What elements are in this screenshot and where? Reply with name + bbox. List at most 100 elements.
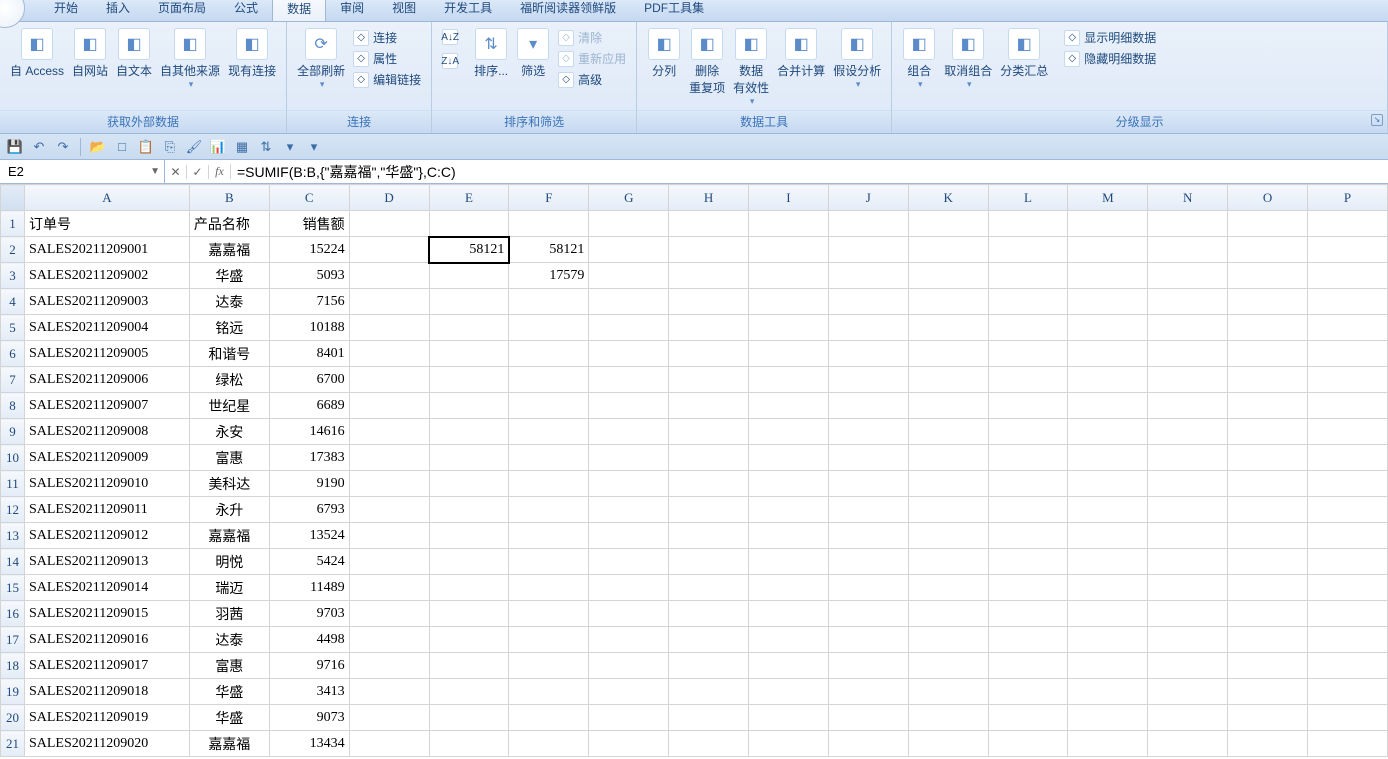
cell-P21[interactable] — [1308, 731, 1388, 757]
col-header-K[interactable]: K — [908, 185, 988, 211]
cell-P10[interactable] — [1308, 445, 1388, 471]
cell-F11[interactable] — [509, 471, 589, 497]
cell-C7[interactable]: 6700 — [269, 367, 349, 393]
cell-E17[interactable] — [429, 627, 509, 653]
cell-E6[interactable] — [429, 341, 509, 367]
cell-A4[interactable]: SALES20211209003 — [24, 289, 189, 315]
sort-desc-button[interactable]: Z↓A — [438, 52, 466, 70]
cell-P8[interactable] — [1308, 393, 1388, 419]
cell-C13[interactable]: 13524 — [269, 523, 349, 549]
row-header[interactable]: 14 — [1, 549, 25, 575]
cell-K3[interactable] — [908, 263, 988, 289]
cell-C20[interactable]: 9073 — [269, 705, 349, 731]
cell-D10[interactable] — [349, 445, 429, 471]
cell-D12[interactable] — [349, 497, 429, 523]
data-validation-button[interactable]: ◧数据有效性 — [729, 26, 773, 109]
cell-H6[interactable] — [669, 341, 749, 367]
cell-K5[interactable] — [908, 315, 988, 341]
row-header[interactable]: 19 — [1, 679, 25, 705]
cell-P18[interactable] — [1308, 653, 1388, 679]
cell-O18[interactable] — [1228, 653, 1308, 679]
table-icon[interactable]: ▦ — [233, 138, 251, 156]
col-header-N[interactable]: N — [1148, 185, 1228, 211]
cell-J20[interactable] — [828, 705, 908, 731]
cell-A15[interactable]: SALES20211209014 — [24, 575, 189, 601]
cell-O15[interactable] — [1228, 575, 1308, 601]
cell-E12[interactable] — [429, 497, 509, 523]
cell-A7[interactable]: SALES20211209006 — [24, 367, 189, 393]
cell-P15[interactable] — [1308, 575, 1388, 601]
cell-B19[interactable]: 华盛 — [189, 679, 269, 705]
cell-A19[interactable]: SALES20211209018 — [24, 679, 189, 705]
customize-qat-icon[interactable]: ▾ — [305, 138, 323, 156]
cell-G19[interactable] — [589, 679, 669, 705]
enter-formula-icon[interactable]: ✓ — [187, 165, 209, 179]
cell-G2[interactable] — [589, 237, 669, 263]
cell-J18[interactable] — [828, 653, 908, 679]
cell-I20[interactable] — [749, 705, 829, 731]
cell-J9[interactable] — [828, 419, 908, 445]
ungroup-button[interactable]: ◧取消组合 — [940, 26, 996, 92]
cell-L12[interactable] — [988, 497, 1068, 523]
cell-L17[interactable] — [988, 627, 1068, 653]
cell-H4[interactable] — [669, 289, 749, 315]
cell-D16[interactable] — [349, 601, 429, 627]
col-header-B[interactable]: B — [189, 185, 269, 211]
cell-M10[interactable] — [1068, 445, 1148, 471]
cell-F9[interactable] — [509, 419, 589, 445]
cell-F2[interactable]: 58121 — [509, 237, 589, 263]
cell-L11[interactable] — [988, 471, 1068, 497]
row-header[interactable]: 16 — [1, 601, 25, 627]
group-button[interactable]: ◧组合 — [898, 26, 940, 92]
cell-P5[interactable] — [1308, 315, 1388, 341]
row-header[interactable]: 2 — [1, 237, 25, 263]
cell-M20[interactable] — [1068, 705, 1148, 731]
cell-F7[interactable] — [509, 367, 589, 393]
cell-K14[interactable] — [908, 549, 988, 575]
row-header[interactable]: 9 — [1, 419, 25, 445]
cell-M15[interactable] — [1068, 575, 1148, 601]
cell-J14[interactable] — [828, 549, 908, 575]
paste-icon[interactable]: 📋 — [137, 138, 155, 156]
cell-P17[interactable] — [1308, 627, 1388, 653]
cell-C6[interactable]: 8401 — [269, 341, 349, 367]
open-icon[interactable]: 📂 — [89, 138, 107, 156]
cell-M13[interactable] — [1068, 523, 1148, 549]
copy-icon[interactable]: ⎘ — [161, 138, 179, 156]
cell-E21[interactable] — [429, 731, 509, 757]
cell-O14[interactable] — [1228, 549, 1308, 575]
cell-F1[interactable] — [509, 211, 589, 237]
cell-E14[interactable] — [429, 549, 509, 575]
cell-I3[interactable] — [749, 263, 829, 289]
cell-L16[interactable] — [988, 601, 1068, 627]
row-header[interactable]: 11 — [1, 471, 25, 497]
cell-O11[interactable] — [1228, 471, 1308, 497]
dialog-launcher-icon[interactable]: ↘ — [1371, 114, 1383, 126]
col-header-J[interactable]: J — [828, 185, 908, 211]
row-header[interactable]: 13 — [1, 523, 25, 549]
col-header-D[interactable]: D — [349, 185, 429, 211]
cell-B15[interactable]: 瑞迈 — [189, 575, 269, 601]
cell-E9[interactable] — [429, 419, 509, 445]
cell-O4[interactable] — [1228, 289, 1308, 315]
cell-H15[interactable] — [669, 575, 749, 601]
cell-P9[interactable] — [1308, 419, 1388, 445]
cell-B7[interactable]: 绿松 — [189, 367, 269, 393]
save-icon[interactable]: 💾 — [6, 138, 24, 156]
cell-P12[interactable] — [1308, 497, 1388, 523]
cell-J7[interactable] — [828, 367, 908, 393]
cell-G5[interactable] — [589, 315, 669, 341]
cell-K9[interactable] — [908, 419, 988, 445]
cell-K6[interactable] — [908, 341, 988, 367]
cell-G11[interactable] — [589, 471, 669, 497]
cell-A13[interactable]: SALES20211209012 — [24, 523, 189, 549]
cell-O5[interactable] — [1228, 315, 1308, 341]
cell-P6[interactable] — [1308, 341, 1388, 367]
cell-A12[interactable]: SALES20211209011 — [24, 497, 189, 523]
cell-J11[interactable] — [828, 471, 908, 497]
cell-N21[interactable] — [1148, 731, 1228, 757]
cell-N8[interactable] — [1148, 393, 1228, 419]
cell-D17[interactable] — [349, 627, 429, 653]
col-header-I[interactable]: I — [749, 185, 829, 211]
cell-G3[interactable] — [589, 263, 669, 289]
